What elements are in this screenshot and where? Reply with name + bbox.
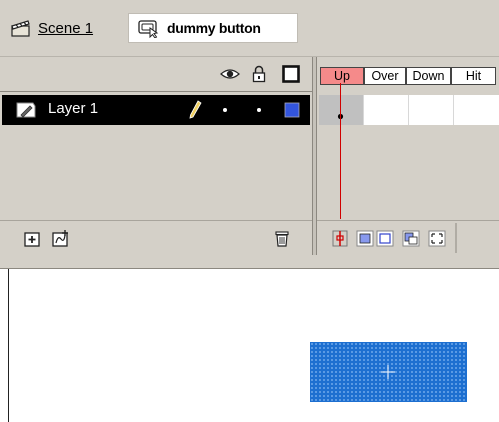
layer-row[interactable]: Layer 1 (2, 95, 310, 125)
keyframe-cell[interactable] (319, 95, 363, 125)
frame-label-up[interactable]: Up (320, 67, 364, 85)
insert-layer-icon[interactable] (24, 230, 42, 248)
layer-outline-color-icon[interactable] (284, 102, 300, 118)
pencil-icon (189, 100, 202, 119)
frame-header: Up Over Down Hit (317, 57, 499, 91)
frames-panel: Up Over Down Hit (317, 57, 499, 255)
lock-dot-icon[interactable] (256, 107, 262, 113)
registration-point-icon (381, 365, 395, 379)
scene-clapper-icon (11, 20, 30, 37)
frame-cell[interactable] (408, 95, 453, 125)
lock-icon[interactable] (252, 65, 266, 83)
trash-icon[interactable] (274, 229, 290, 248)
visible-dot-icon[interactable] (222, 107, 228, 113)
stage-separator (0, 255, 499, 269)
layer-header (0, 57, 312, 92)
frame-cell[interactable] (363, 95, 408, 125)
frame-label-over[interactable]: Over (364, 67, 406, 85)
frame-label-down[interactable]: Down (406, 67, 451, 85)
modify-onion-markers-icon[interactable] (427, 229, 447, 248)
onion-skin-icon[interactable] (355, 229, 375, 248)
stage-edge (8, 269, 9, 422)
frames-footer (317, 220, 499, 256)
symbol-label: dummy button (167, 20, 261, 36)
button-shape[interactable] (310, 342, 467, 402)
add-motion-guide-icon[interactable] (52, 229, 72, 248)
breadcrumb-symbol[interactable]: dummy button (128, 13, 298, 43)
layer-footer (0, 220, 312, 256)
frames-footer-gap (455, 223, 457, 253)
scene-label: Scene 1 (38, 19, 94, 37)
layers-panel: Layer 1 (0, 57, 312, 256)
eye-icon[interactable] (220, 67, 240, 81)
layer-page-icon (16, 102, 36, 118)
frame-row (319, 95, 499, 125)
frame-cell[interactable] (453, 95, 499, 125)
frame-label-hit[interactable]: Hit (451, 67, 496, 85)
center-frame-icon[interactable] (331, 229, 349, 248)
breadcrumb-scene[interactable]: Scene 1 (10, 17, 93, 39)
playhead[interactable] (340, 83, 341, 219)
stage[interactable] (0, 269, 499, 422)
layer-name: Layer 1 (48, 100, 99, 117)
button-symbol-icon (138, 20, 159, 38)
onion-skin-outlines-icon[interactable] (375, 229, 395, 248)
timeline-panel: Layer 1 Up Over Down Hit (0, 57, 499, 256)
edit-multiple-frames-icon[interactable] (401, 229, 421, 248)
outline-square-icon[interactable] (282, 65, 300, 83)
edit-bar: Scene 1 dummy button (0, 0, 499, 57)
